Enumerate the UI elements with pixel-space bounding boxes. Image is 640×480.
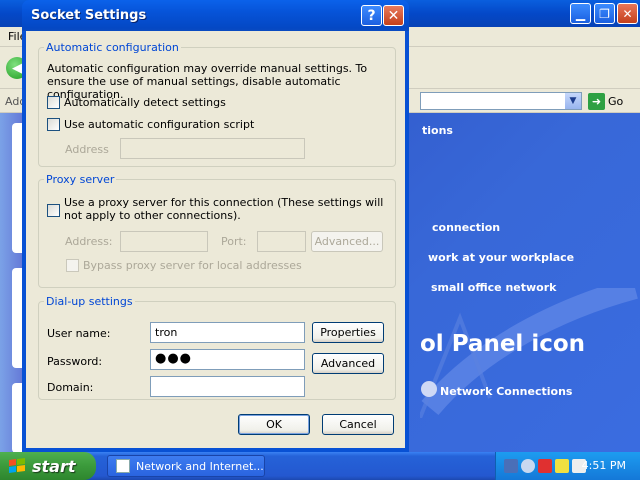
socket-settings-dialog: Socket Settings ? ✕ Automatic configurat… — [22, 0, 409, 452]
domain-input[interactable] — [150, 376, 305, 397]
dialup-advanced-button[interactable]: Advanced — [312, 353, 384, 374]
dial-up-settings-legend: Dial-up settings — [46, 295, 133, 308]
maximize-icon: ❐ — [599, 6, 610, 21]
bypass-local-checkbox[interactable] — [66, 259, 79, 272]
minimize-button[interactable]: ▁ — [570, 3, 591, 24]
close-icon: ✕ — [622, 6, 633, 21]
dialog-titlebar[interactable]: Socket Settings ? ✕ — [22, 0, 409, 31]
alert-tray-icon[interactable] — [555, 459, 569, 473]
back-arrow-icon: ◀ — [12, 60, 22, 76]
start-button[interactable]: start — [0, 452, 96, 480]
password-label: Password: — [47, 355, 103, 368]
auto-detect-checkbox[interactable] — [47, 96, 60, 109]
globe-tray-icon[interactable] — [521, 459, 535, 473]
bypass-local-label[interactable]: Bypass proxy server for local addresses — [83, 259, 302, 272]
pick-category-heading: tions — [422, 124, 453, 137]
dialog-body: Automatic configuration Automatic config… — [26, 31, 405, 448]
task-link-connection[interactable]: connection — [432, 221, 500, 234]
network-connections-link[interactable]: Network Connections — [440, 385, 572, 398]
auto-address-label: Address — [65, 143, 109, 156]
dialog-title: Socket Settings — [31, 8, 147, 23]
proxy-port-label: Port: — [221, 235, 247, 248]
dial-up-settings-group: Dial-up settings User name: tron Propert… — [38, 295, 396, 400]
help-icon: ? — [367, 7, 376, 24]
proxy-advanced-button[interactable]: Advanced... — [311, 231, 383, 252]
use-proxy-label[interactable]: Use a proxy server for this connection (… — [64, 196, 384, 222]
chevron-down-icon[interactable]: ▼ — [565, 93, 581, 109]
network-tray-icon[interactable] — [504, 459, 518, 473]
ok-button[interactable]: OK — [238, 414, 310, 435]
auto-detect-label[interactable]: Automatically detect settings — [64, 96, 226, 109]
username-input[interactable]: tron — [150, 322, 305, 343]
network-connections-icon[interactable] — [421, 381, 437, 397]
go-label: Go — [608, 94, 624, 108]
control-panel-icon — [116, 459, 130, 473]
username-label: User name: — [47, 327, 111, 340]
proxy-port-input[interactable] — [257, 231, 306, 252]
cancel-button[interactable]: Cancel — [322, 414, 394, 435]
taskbar-item-label: Network and Internet... — [136, 459, 264, 473]
go-arrow-icon: ➜ — [588, 92, 605, 110]
task-link-workplace[interactable]: work at your workplace — [428, 251, 574, 264]
auto-address-input[interactable] — [120, 138, 305, 159]
proxy-address-input[interactable] — [120, 231, 208, 252]
auto-config-script-label[interactable]: Use automatic configuration script — [64, 118, 254, 131]
clock[interactable]: 4:51 PM — [582, 459, 626, 472]
maximize-button[interactable]: ❐ — [594, 3, 615, 24]
use-proxy-checkbox[interactable] — [47, 204, 60, 217]
control-panel-icon-heading: ol Panel icon — [420, 331, 586, 357]
system-tray: 4:51 PM — [495, 452, 640, 480]
task-link-office-network[interactable]: small office network — [431, 281, 556, 294]
start-label: start — [32, 456, 76, 476]
taskbar: start Network and Internet... 4:51 PM — [0, 452, 640, 480]
automatic-configuration-legend: Automatic configuration — [46, 41, 179, 54]
proxy-server-legend: Proxy server — [46, 173, 115, 186]
minimize-icon: ▁ — [575, 6, 586, 21]
password-input[interactable]: ●●● — [150, 349, 305, 370]
domain-label: Domain: — [47, 381, 94, 394]
taskbar-item-network[interactable]: Network and Internet... — [107, 455, 265, 477]
windows-logo-icon — [9, 458, 25, 473]
close-icon: ✕ — [387, 7, 400, 24]
close-button[interactable]: ✕ — [383, 5, 404, 26]
help-button[interactable]: ? — [361, 5, 382, 26]
proxy-server-group: Proxy server Use a proxy server for this… — [38, 173, 396, 288]
properties-button[interactable]: Properties — [312, 322, 384, 343]
security-tray-icon[interactable] — [538, 459, 552, 473]
auto-config-script-checkbox[interactable] — [47, 118, 60, 131]
go-button[interactable]: ➜ Go — [588, 92, 636, 110]
proxy-address-label: Address: — [65, 235, 113, 248]
background-close-button[interactable]: ✕ — [617, 3, 638, 24]
address-input[interactable]: ▼ — [420, 92, 582, 110]
automatic-configuration-group: Automatic configuration Automatic config… — [38, 41, 396, 167]
